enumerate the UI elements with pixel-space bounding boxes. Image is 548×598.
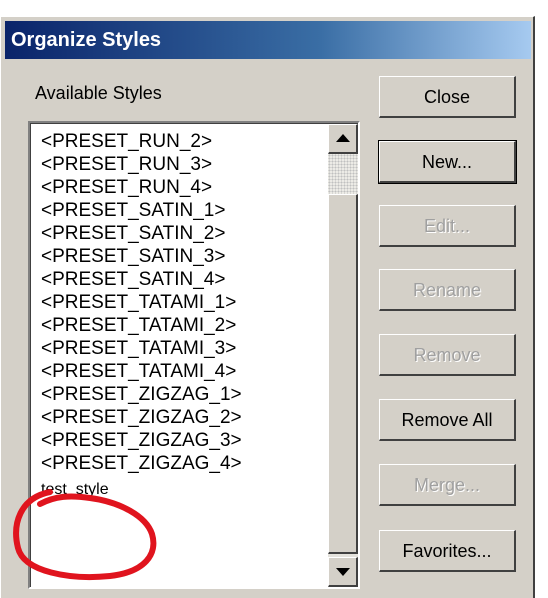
list-item[interactable]: <PRESET_SATIN_3> xyxy=(41,245,321,268)
list-item[interactable]: <PRESET_TATAMI_4> xyxy=(41,360,321,383)
list-item[interactable]: <PRESET_RUN_2> xyxy=(41,130,321,153)
list-item[interactable]: <PRESET_ZIGZAG_2> xyxy=(41,406,321,429)
scrollbar-track[interactable] xyxy=(328,154,358,194)
list-item[interactable]: <PRESET_RUN_3> xyxy=(41,153,321,176)
list-item[interactable]: <PRESET_ZIGZAG_4> xyxy=(41,452,321,475)
list-item[interactable]: <PRESET_TATAMI_2> xyxy=(41,314,321,337)
remove-button[interactable]: Remove xyxy=(379,334,516,376)
new-button[interactable]: New... xyxy=(378,140,517,184)
arrow-up-icon xyxy=(336,134,350,142)
scrollbar-thumb[interactable] xyxy=(328,194,358,554)
remove-all-button[interactable]: Remove All xyxy=(379,399,516,441)
favorites-button[interactable]: Favorites... xyxy=(379,530,516,572)
list-item[interactable]: <PRESET_ZIGZAG_3> xyxy=(41,429,321,452)
close-button[interactable]: Close xyxy=(379,76,516,118)
available-styles-label: Available Styles xyxy=(35,83,162,103)
list-item[interactable]: <PRESET_TATAMI_3> xyxy=(41,337,321,360)
scroll-down-button[interactable] xyxy=(328,557,358,587)
vertical-scrollbar[interactable] xyxy=(328,124,358,587)
dialog-title: Organize Styles xyxy=(5,21,531,59)
scroll-up-button[interactable] xyxy=(328,124,358,154)
listbox-inner: <PRESET_RUN_2> <PRESET_RUN_3> <PRESET_RU… xyxy=(30,123,358,587)
list-item[interactable]: <PRESET_SATIN_4> xyxy=(41,268,321,291)
rename-button[interactable]: Rename xyxy=(379,269,516,311)
list-item[interactable]: <PRESET_SATIN_2> xyxy=(41,222,321,245)
arrow-down-icon xyxy=(336,568,350,576)
edit-button[interactable]: Edit... xyxy=(379,205,516,247)
merge-button[interactable]: Merge... xyxy=(379,464,516,506)
organize-styles-dialog: Organize Styles Available Styles <PRESET… xyxy=(0,16,535,598)
list-item[interactable]: <PRESET_RUN_4> xyxy=(41,176,321,199)
list-item[interactable]: <PRESET_SATIN_1> xyxy=(41,199,321,222)
list-item-test-style[interactable]: test_style xyxy=(41,478,321,502)
styles-list: <PRESET_RUN_2> <PRESET_RUN_3> <PRESET_RU… xyxy=(41,130,321,502)
styles-listbox[interactable]: <PRESET_RUN_2> <PRESET_RUN_3> <PRESET_RU… xyxy=(28,121,360,589)
list-item[interactable]: <PRESET_ZIGZAG_1> xyxy=(41,383,321,406)
list-item[interactable]: <PRESET_TATAMI_1> xyxy=(41,291,321,314)
